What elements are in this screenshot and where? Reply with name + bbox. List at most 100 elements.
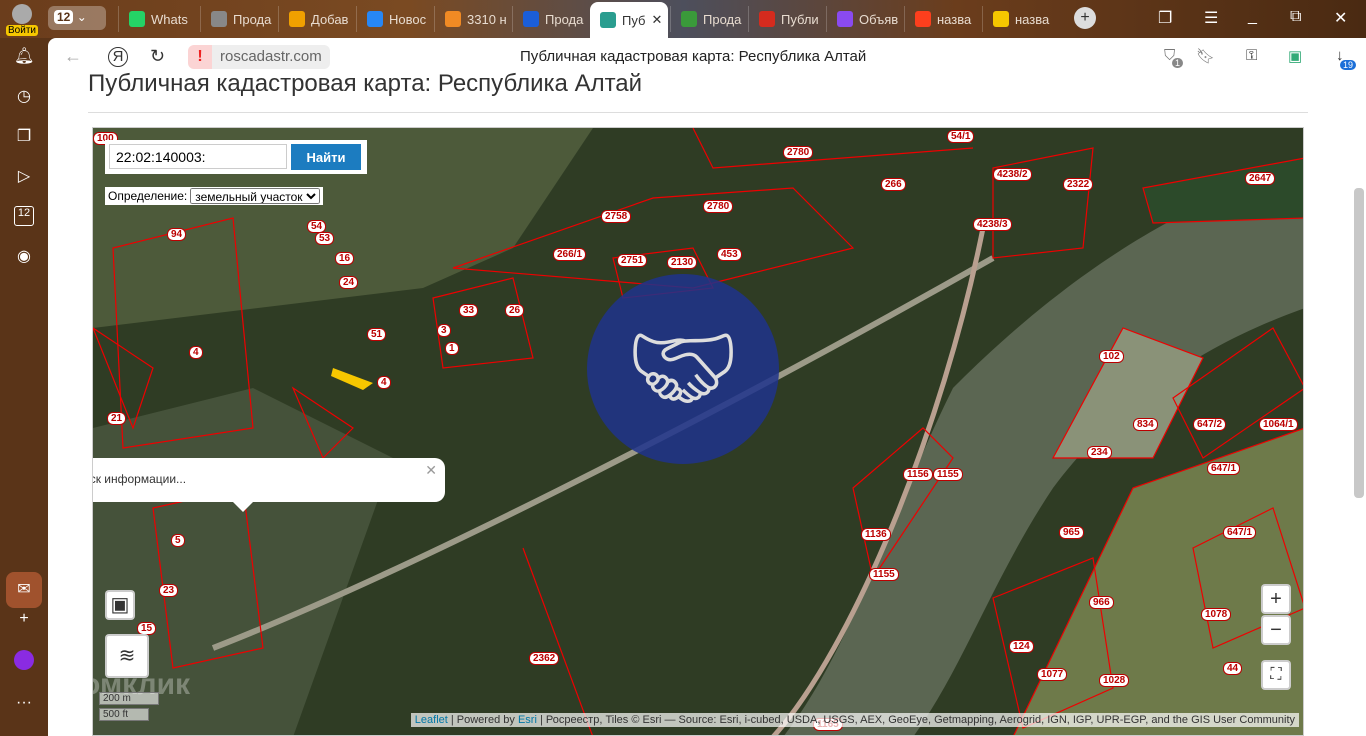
- cadastral-number-input[interactable]: [109, 144, 287, 169]
- zoom-out-button[interactable]: −: [1261, 615, 1291, 645]
- parcel-label[interactable]: 266: [881, 178, 906, 191]
- attribution: Leaflet | Powered by Esri | Росреестр, T…: [410, 713, 1299, 727]
- parcel-label[interactable]: 1155: [933, 468, 963, 481]
- parcel-label[interactable]: 21: [107, 412, 127, 425]
- bookmark-icon[interactable]: 🔖︎: [1196, 47, 1215, 65]
- parcel-label[interactable]: 4238/3: [973, 218, 1012, 231]
- tab[interactable]: Новос: [356, 6, 434, 32]
- parcel-label[interactable]: 16: [335, 252, 355, 265]
- leaflet-link[interactable]: Leaflet: [415, 714, 448, 726]
- parcel-label[interactable]: 4: [189, 346, 203, 359]
- parcel-label[interactable]: 26: [505, 304, 525, 317]
- extensions-icon[interactable]: ⚿: [1246, 47, 1257, 64]
- tab[interactable]: Прода: [512, 6, 590, 32]
- mail-icon[interactable]: ✉: [6, 572, 42, 608]
- tab[interactable]: Объяв: [826, 6, 904, 32]
- parcel-label[interactable]: 44: [1223, 662, 1243, 675]
- tab-close-icon[interactable]: ✕: [651, 12, 662, 28]
- parcel-label[interactable]: 1: [445, 342, 459, 355]
- parcel-label[interactable]: 647/2: [1193, 418, 1227, 431]
- tab[interactable]: Прода: [670, 6, 748, 32]
- parcel-label[interactable]: 1136: [861, 528, 891, 541]
- login-button[interactable]: Войти: [6, 4, 38, 36]
- new-tab-button[interactable]: +: [1074, 7, 1096, 29]
- parcel-label[interactable]: 53: [315, 232, 335, 245]
- parcel-label[interactable]: 2780: [703, 200, 734, 213]
- parcel-label[interactable]: 834: [1133, 418, 1158, 431]
- image-icon[interactable]: ▣: [1288, 47, 1302, 65]
- more-icon[interactable]: ···: [14, 694, 34, 714]
- play-icon[interactable]: ▷: [14, 166, 34, 186]
- parcel-label[interactable]: 4: [377, 376, 391, 389]
- print-button[interactable]: ▣: [105, 590, 135, 620]
- history-icon[interactable]: ◷: [14, 86, 34, 106]
- collections-icon[interactable]: ❐: [14, 126, 34, 146]
- parcel-label[interactable]: 3: [437, 324, 451, 337]
- screenshot-icon[interactable]: ◉: [14, 246, 34, 266]
- parcel-label[interactable]: 4238/2: [993, 168, 1032, 181]
- parcel-label[interactable]: 1078: [1201, 608, 1232, 621]
- tab[interactable]: назва: [982, 6, 1060, 32]
- page-scrollbar[interactable]: [1354, 188, 1364, 498]
- parcel-label[interactable]: 94: [167, 228, 187, 241]
- tab[interactable]: 3310 н: [434, 6, 512, 32]
- parcel-label[interactable]: 5: [171, 534, 185, 547]
- yandex-icon[interactable]: Я: [108, 47, 128, 67]
- tab[interactable]: назва: [904, 6, 982, 32]
- parcel-label[interactable]: 1156: [903, 468, 933, 481]
- parcel-label[interactable]: 1155: [869, 568, 899, 581]
- tab[interactable]: Whats: [118, 6, 198, 32]
- parcel-label[interactable]: 2130: [667, 256, 698, 269]
- parcel-label[interactable]: 2647: [1245, 172, 1276, 185]
- tab-favicon-icon: [600, 12, 616, 28]
- add-icon[interactable]: +: [14, 610, 34, 630]
- tabs-badge[interactable]: 12: [14, 206, 34, 226]
- parcel-label[interactable]: 1077: [1037, 668, 1068, 681]
- parcel-label[interactable]: 1028: [1099, 674, 1130, 687]
- parcel-label[interactable]: 2780: [783, 146, 814, 159]
- parcel-label[interactable]: 2322: [1063, 178, 1094, 191]
- parcel-label[interactable]: 453: [717, 248, 742, 261]
- parcel-label[interactable]: 23: [159, 584, 179, 597]
- parcel-label[interactable]: 2758: [601, 210, 632, 223]
- minimize-button[interactable]: _: [1248, 8, 1257, 26]
- esri-link[interactable]: Esri: [518, 714, 537, 726]
- menu-icon[interactable]: ☰: [1204, 8, 1218, 28]
- tab[interactable]: Прода: [200, 6, 278, 32]
- parcel-label[interactable]: 2751: [617, 254, 648, 267]
- warning-icon[interactable]: !: [188, 45, 212, 69]
- definition-select[interactable]: земельный участок: [190, 188, 321, 204]
- parcel-label[interactable]: 647/1: [1207, 462, 1241, 475]
- layers-button[interactable]: ≋: [105, 634, 149, 678]
- back-button[interactable]: ←: [64, 46, 82, 67]
- url-field[interactable]: roscadastr.com: [212, 45, 330, 69]
- parcel-label[interactable]: 2362: [529, 652, 560, 665]
- reload-button[interactable]: ↻: [150, 46, 165, 67]
- parcel-label[interactable]: 266/1: [553, 248, 587, 261]
- alice-icon[interactable]: [14, 650, 34, 670]
- fullscreen-button[interactable]: ⛶: [1261, 660, 1291, 690]
- find-button[interactable]: Найти: [291, 144, 361, 170]
- bookmarks-icon[interactable]: ❐: [1158, 8, 1172, 28]
- parcel-label[interactable]: 24: [339, 276, 359, 289]
- parcel-label[interactable]: 647/1: [1223, 526, 1257, 539]
- zoom-in-button[interactable]: +: [1261, 584, 1291, 614]
- parcel-label[interactable]: 1064/1: [1259, 418, 1298, 431]
- parcel-label[interactable]: 966: [1089, 596, 1114, 609]
- cadastral-map[interactable]: 54/1 2780 266 4238/2 2322 2647 2758 2780 4238/3 2…: [92, 127, 1304, 736]
- parcel-label[interactable]: 965: [1059, 526, 1084, 539]
- popup-close-icon[interactable]: ✕: [425, 462, 437, 479]
- parcel-label[interactable]: 102: [1099, 350, 1124, 363]
- parcel-label[interactable]: 33: [459, 304, 479, 317]
- parcel-label[interactable]: 234: [1087, 446, 1112, 459]
- parcel-label[interactable]: 124: [1009, 640, 1034, 653]
- bell-icon[interactable]: 🔔︎: [14, 46, 34, 66]
- tab[interactable]: Публи: [748, 6, 826, 32]
- tab[interactable]: Добав: [278, 6, 356, 32]
- parcel-label[interactable]: 51: [367, 328, 387, 341]
- parcel-label[interactable]: 54/1: [947, 130, 975, 143]
- restore-button[interactable]: ⧉: [1290, 8, 1301, 26]
- tab-count-button[interactable]: 12 ⌄: [48, 6, 106, 30]
- tab[interactable]: Пуб ✕: [590, 2, 668, 38]
- close-button[interactable]: ✕: [1334, 8, 1347, 28]
